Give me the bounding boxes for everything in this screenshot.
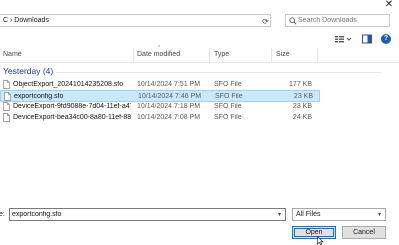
filename-label: e:	[0, 211, 5, 218]
search-icon	[289, 17, 297, 25]
close-button[interactable]: ✕	[382, 0, 396, 10]
column-separator[interactable]	[209, 48, 210, 62]
help-icon: ?	[383, 35, 389, 42]
file-type: SFO File	[214, 114, 242, 121]
column-separator[interactable]	[271, 48, 272, 62]
column-header: Name ^ Date modified Type Size	[0, 46, 399, 63]
filename-input[interactable]	[12, 210, 274, 219]
group-heading-yesterday[interactable]: Yesterday (4)	[3, 66, 53, 77]
file-type: SFO File	[215, 93, 243, 100]
file-icon	[3, 80, 10, 89]
file-name: exportconfig.sfo	[14, 93, 64, 100]
file-type: SFO File	[214, 103, 242, 110]
column-name[interactable]: Name	[3, 51, 22, 59]
cancel-button-label: Cancel	[353, 229, 375, 236]
open-button-label: Open	[305, 229, 323, 236]
file-size: 24 KB	[292, 114, 312, 121]
file-date-modified: 10/14/2024 7:08 PM	[137, 114, 201, 121]
column-separator[interactable]	[133, 48, 134, 62]
file-date-modified: 10/14/2024 7:51 PM	[137, 81, 201, 88]
chevron-down-icon: ▾	[378, 212, 382, 218]
cancel-button[interactable]: Cancel	[342, 226, 386, 239]
help-button[interactable]: ?	[381, 34, 391, 44]
column-size[interactable]: Size	[276, 51, 290, 59]
file-size: 177 KB	[289, 81, 312, 88]
search-input[interactable]	[298, 16, 386, 25]
file-name: DeviceExport-9fd9088e-7d04-11ef-a474-...	[13, 103, 131, 110]
close-icon: ✕	[384, 0, 394, 10]
file-name: ObjectExport_20241014235208.sfo	[13, 81, 124, 88]
preview-pane-icon[interactable]	[362, 34, 372, 44]
file-type-filter[interactable]: All Files ▾	[292, 208, 386, 221]
refresh-icon[interactable]: ⟳	[261, 17, 270, 26]
file-icon	[3, 102, 10, 111]
column-type[interactable]: Type	[214, 51, 229, 59]
file-size: 23 KB	[293, 93, 313, 100]
file-icon	[3, 113, 10, 122]
group-divider	[56, 72, 381, 73]
file-icon	[4, 92, 11, 101]
file-size: 23 KB	[292, 103, 312, 110]
file-type-value: All Files	[296, 211, 321, 218]
address-path: C › Downloads	[3, 17, 49, 24]
search-box[interactable]	[285, 14, 390, 27]
view-options-icon[interactable]	[334, 34, 352, 44]
open-button[interactable]: Open	[292, 226, 336, 239]
column-separator[interactable]	[317, 48, 318, 62]
filename-combobox[interactable]	[9, 208, 286, 221]
file-type: SFO File	[214, 81, 242, 88]
column-date-modified[interactable]: Date modified	[137, 51, 180, 59]
file-row[interactable]: DeviceExport-bea34c00-8a80-11ef-88c6-...…	[0, 112, 320, 124]
address-bar[interactable]: C › Downloads ⟳	[0, 14, 271, 27]
file-date-modified: 10/14/2024 7:46 PM	[138, 93, 202, 100]
file-name: DeviceExport-bea34c00-8a80-11ef-88c6-...	[13, 114, 131, 121]
chevron-down-icon[interactable]: ▾	[278, 211, 281, 219]
file-date-modified: 10/14/2024 7:18 PM	[137, 103, 201, 110]
